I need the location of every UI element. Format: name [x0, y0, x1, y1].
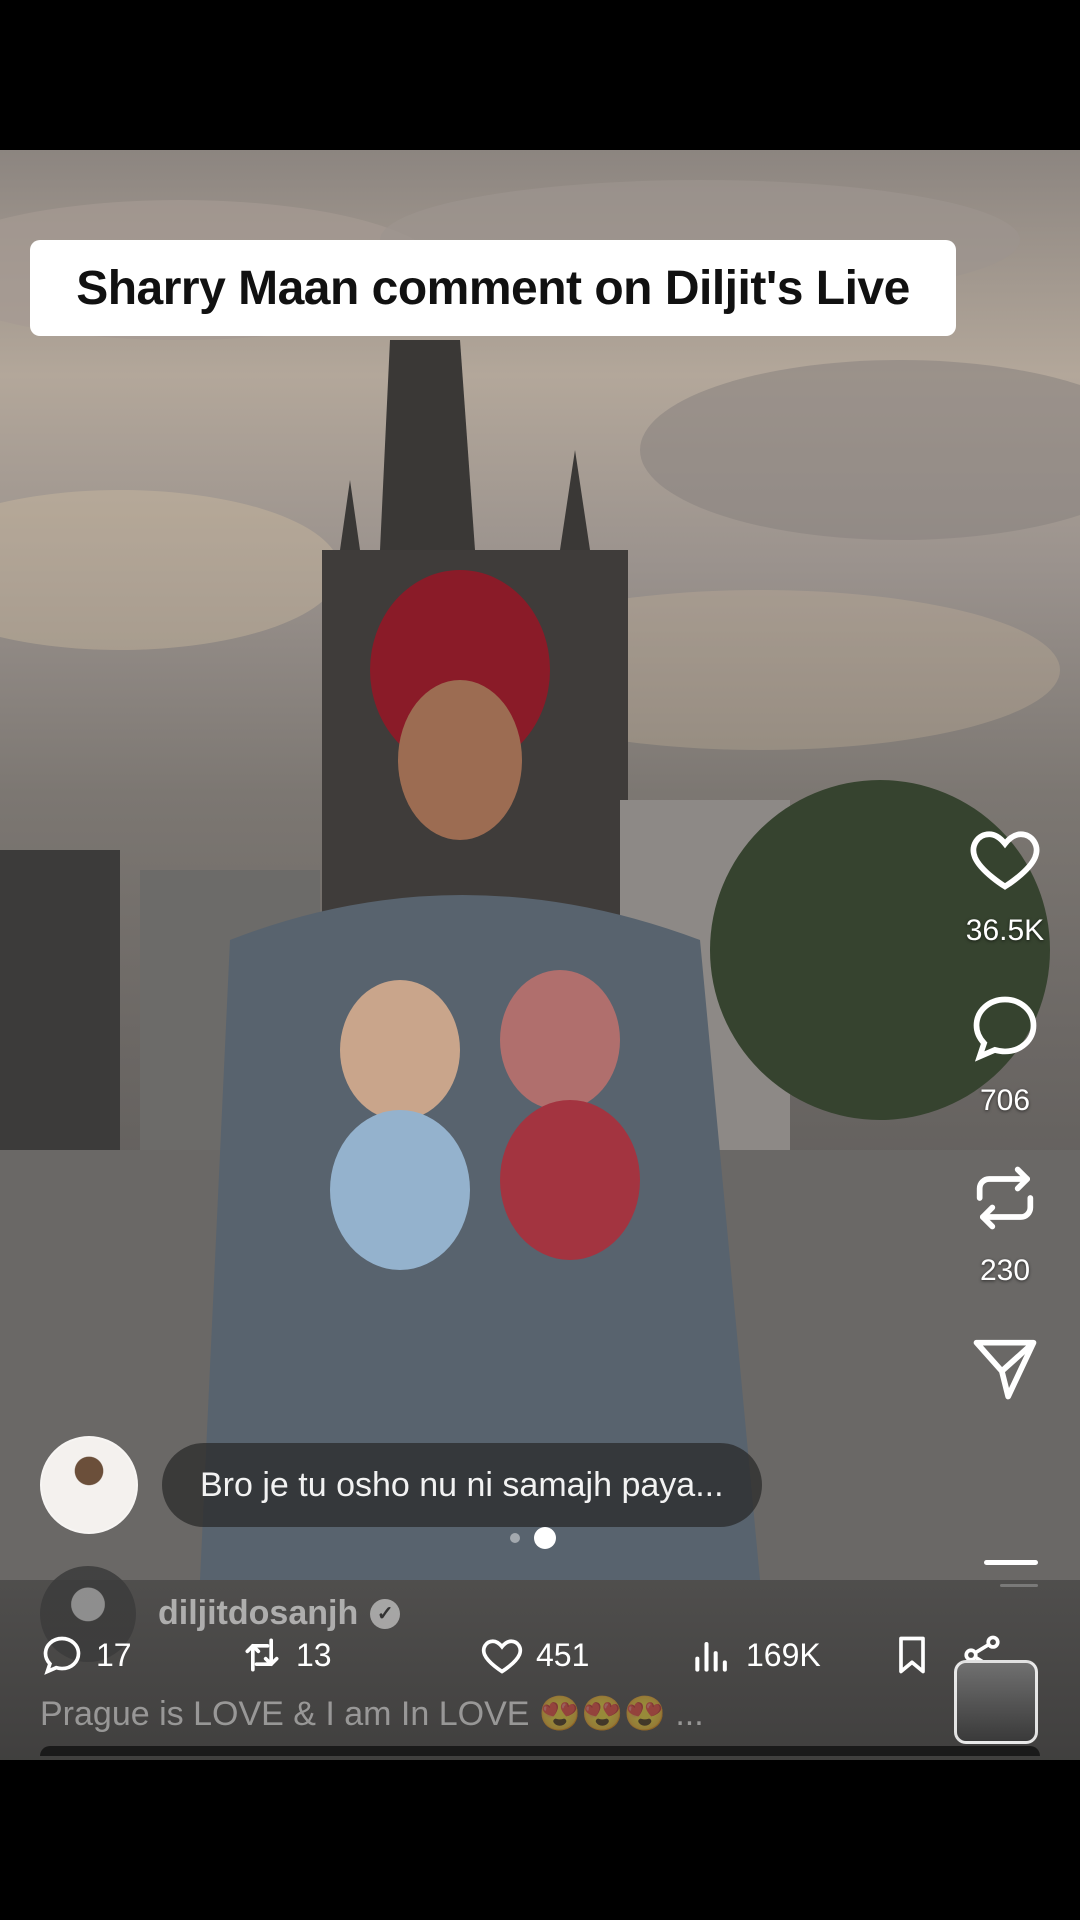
repost-icon [976, 1166, 1034, 1230]
commenter-avatar[interactable] [40, 1436, 138, 1534]
pagination-dots [510, 1527, 556, 1549]
repost-count: 230 [979, 1254, 1031, 1287]
like-stat[interactable]: 451 [480, 1633, 690, 1677]
comment-button[interactable]: 706 [967, 990, 1043, 1118]
live-comment-text: Bro je tu osho nu ni samajh paya... [200, 1465, 724, 1504]
side-action-bar: 36.5K 706 230 [930, 820, 1080, 1448]
mini-player-thumbnail[interactable] [954, 1660, 1038, 1744]
verified-check-icon: ✓ [370, 1598, 401, 1629]
menu-handle[interactable] [984, 1560, 1038, 1565]
like-icon [481, 1639, 523, 1674]
page-dot-active[interactable] [534, 1527, 556, 1549]
heart-icon [970, 831, 1040, 890]
live-comment-bubble: Bro je tu osho nu ni samajh paya... [162, 1443, 762, 1527]
views-bar-icon [695, 1641, 727, 1672]
overlay-title: Sharry Maan comment on Diljit's Live [76, 261, 910, 315]
reply-stat[interactable]: 17 [40, 1633, 240, 1677]
repost-arrows-icon [245, 1638, 279, 1672]
comment-bubble-icon [973, 996, 1037, 1062]
like-button[interactable]: 36.5K [966, 820, 1044, 948]
repost-button[interactable]: 230 [967, 1160, 1043, 1288]
comment-count: 706 [979, 1084, 1031, 1117]
page-dot[interactable] [510, 1533, 520, 1543]
send-button[interactable] [967, 1330, 1043, 1406]
bookmark-icon [899, 1636, 925, 1674]
reply-icon [43, 1636, 81, 1675]
bookmark-button[interactable] [890, 1633, 960, 1677]
send-icon [973, 1339, 1037, 1400]
views-stat[interactable]: 169K [690, 1633, 890, 1677]
views-count: 169K [746, 1636, 821, 1673]
repost-stat[interactable]: 13 [240, 1633, 480, 1677]
repost-stat-count: 13 [296, 1636, 332, 1673]
reply-count: 17 [96, 1636, 132, 1673]
post-caption: Prague is LOVE & I am In LOVE 😍😍😍 ... [40, 1695, 704, 1733]
like-stat-count: 451 [536, 1636, 590, 1673]
post-stats-row: 17 13 451 169K [40, 1625, 1040, 1685]
bottom-sheet-edge [40, 1746, 1040, 1756]
like-count: 36.5K [965, 914, 1045, 947]
overlay-title-banner: Sharry Maan comment on Diljit's Live [30, 240, 956, 336]
live-comment-row: Bro je tu osho nu ni samajh paya... [40, 1436, 762, 1534]
